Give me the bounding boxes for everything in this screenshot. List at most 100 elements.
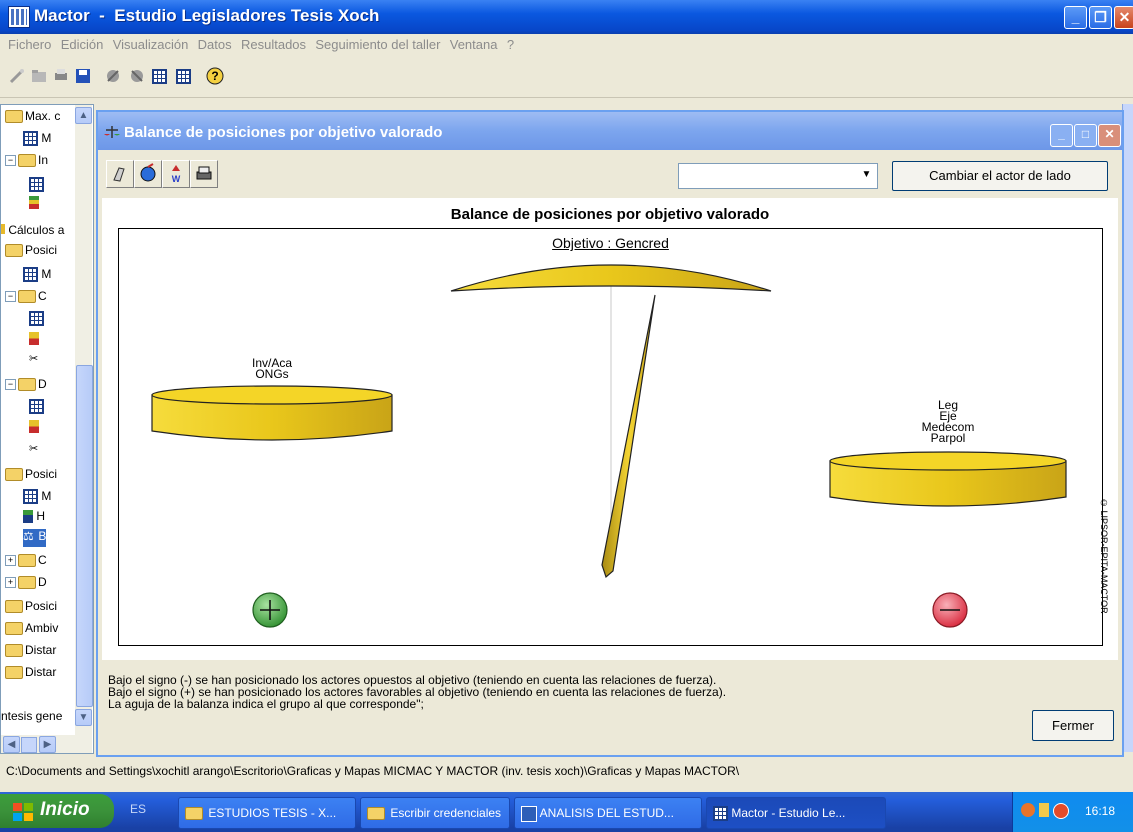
tree-horizontal-scrollbar[interactable]: ◀ ▶ <box>1 735 92 753</box>
swap-tool-button[interactable]: W <box>162 160 190 188</box>
open-folder-icon[interactable] <box>30 67 48 85</box>
balance-window: Balance de posiciones por objetivo valor… <box>96 110 1124 757</box>
close-icon[interactable]: ✕ <box>1098 124 1121 147</box>
minimize-icon[interactable]: _ <box>1064 6 1087 29</box>
maximize-icon[interactable]: □ <box>1074 124 1097 147</box>
explanation-notes: Bajo el signo (-) se han posicionado los… <box>108 674 726 710</box>
matrix2-icon[interactable] <box>176 69 191 84</box>
tree-item[interactable] <box>29 331 39 349</box>
tree-item[interactable]: Posici <box>5 599 57 617</box>
scroll-up-icon[interactable]: ▲ <box>75 107 92 124</box>
plus-sign <box>252 592 288 628</box>
scroll-down-icon[interactable]: ▼ <box>75 709 92 726</box>
right-actor-list: Leg Eje Medecom Parpol <box>898 399 998 444</box>
close-button[interactable]: Fermer <box>1032 710 1114 741</box>
start-label: Inicio <box>40 799 90 820</box>
menu-ventana[interactable]: Ventana <box>450 37 498 52</box>
rotate-tool-button[interactable] <box>134 160 162 188</box>
main-toolbar: ? <box>0 57 1133 98</box>
tree-item[interactable]: Distar <box>5 665 56 683</box>
actor-right-icon[interactable] <box>128 67 146 85</box>
balance-icon <box>104 126 120 138</box>
tree-item[interactable]: − C <box>5 289 47 307</box>
actor-select[interactable]: ▼ <box>678 163 878 189</box>
tree-item[interactable]: ✂ <box>29 441 38 459</box>
tree-item[interactable]: M <box>23 267 51 285</box>
minus-sign <box>932 592 968 628</box>
right-plate <box>829 451 1067 507</box>
start-button[interactable]: Inicio <box>0 794 114 828</box>
tree-item[interactable]: + D <box>5 575 47 593</box>
menu-resultados[interactable]: Resultados <box>241 37 306 52</box>
volume-icon[interactable] <box>1039 803 1049 817</box>
tree-item[interactable]: + C <box>5 553 47 571</box>
tree-item[interactable]: Cálculos a <box>1 223 64 241</box>
balance-needle <box>601 294 656 579</box>
save-icon[interactable] <box>74 67 92 85</box>
menu-visualizacion[interactable]: Visualización <box>113 37 189 52</box>
menu-help[interactable]: ? <box>507 37 514 52</box>
menu-fichero[interactable]: Fichero <box>8 37 51 52</box>
tree-item[interactable] <box>29 311 44 329</box>
note-line: La aguja de la balanza indica el grupo a… <box>108 697 424 711</box>
window-titlebar[interactable]: Mactor - Estudio Legisladores Tesis Xoch… <box>0 0 1133 34</box>
tree-item[interactable] <box>29 195 39 213</box>
help-icon[interactable]: ? <box>206 67 224 85</box>
tree-item-selected[interactable]: ⚖ B <box>23 529 47 547</box>
tree-item[interactable]: Max. c <box>5 109 60 127</box>
restore-icon[interactable]: ❐ <box>1089 6 1112 29</box>
security-icon[interactable] <box>1053 803 1069 819</box>
wand-icon[interactable] <box>8 67 26 85</box>
tree-item[interactable]: Posici <box>5 243 57 261</box>
tree-item[interactable]: H <box>23 509 45 527</box>
scroll-thumb[interactable] <box>76 365 93 707</box>
taskbar-item-active[interactable]: Mactor - Estudio Le... <box>706 797 886 829</box>
matrix-icon[interactable] <box>152 69 167 84</box>
copyright-text: © LIPSOR-EPITA-MACTOR <box>1099 498 1109 614</box>
tree-item[interactable]: M <box>23 489 51 507</box>
scroll-right-icon[interactable]: ▶ <box>39 736 56 753</box>
actor-left-icon[interactable] <box>104 67 122 85</box>
hscroll-thumb[interactable] <box>21 737 37 753</box>
left-plate <box>151 385 393 441</box>
tree-vertical-scrollbar[interactable]: ▲ ▼ <box>75 105 93 753</box>
tree-item[interactable]: Ambiv <box>5 621 58 639</box>
balance-window-titlebar[interactable]: Balance de posiciones por objetivo valor… <box>98 112 1122 150</box>
menu-edicion[interactable]: Edición <box>61 37 104 52</box>
balance-window-title: Balance de posiciones por objetivo valor… <box>124 124 443 141</box>
balance-toolbar: W <box>102 156 252 192</box>
scroll-left-icon[interactable]: ◀ <box>3 736 20 753</box>
taskbar-item[interactable]: Escribir credenciales <box>360 797 510 829</box>
swap-arrows-icon: W <box>172 165 181 184</box>
tree-item[interactable] <box>29 399 44 417</box>
menu-seguimiento[interactable]: Seguimiento del taller <box>315 37 440 52</box>
tree-item[interactable]: M <box>23 131 51 149</box>
language-indicator[interactable]: ES <box>130 802 146 816</box>
menu-datos[interactable]: Datos <box>198 37 232 52</box>
windows-logo-icon <box>13 803 33 821</box>
copy-tool-button[interactable] <box>106 160 134 188</box>
clipboard-icon <box>113 167 125 182</box>
tree-item[interactable]: Posici <box>5 467 57 485</box>
swap-actor-button[interactable]: Cambiar el actor de lado <box>892 161 1108 191</box>
tree-item[interactable] <box>29 177 44 195</box>
tree-item[interactable]: ntesis gene <box>1 709 62 727</box>
system-tray: 16:18 <box>1012 792 1133 832</box>
left-actor-list: Inv/Aca ONGs <box>222 357 322 380</box>
tree-item[interactable]: ✂ <box>29 351 38 369</box>
tree-item[interactable]: − In <box>5 153 48 171</box>
close-icon[interactable]: ✕ <box>1114 6 1133 29</box>
taskbar-item[interactable]: ANALISIS DEL ESTUD... <box>514 797 702 829</box>
print-tool-button[interactable] <box>190 160 218 188</box>
objective-label: Objetivo : Gencred <box>552 235 669 251</box>
chevron-down-icon[interactable]: ▼ <box>858 166 875 184</box>
svg-text:?: ? <box>211 69 218 83</box>
print-icon[interactable] <box>52 67 70 85</box>
network-icon[interactable] <box>1021 803 1035 817</box>
tree-item[interactable]: − D <box>5 377 47 395</box>
clock: 16:18 <box>1085 804 1116 818</box>
taskbar-item[interactable]: ESTUDIOS TESIS - X... <box>178 797 356 829</box>
tree-item[interactable]: Distar <box>5 643 56 661</box>
tree-item[interactable] <box>29 419 39 437</box>
minimize-icon[interactable]: _ <box>1050 124 1073 147</box>
